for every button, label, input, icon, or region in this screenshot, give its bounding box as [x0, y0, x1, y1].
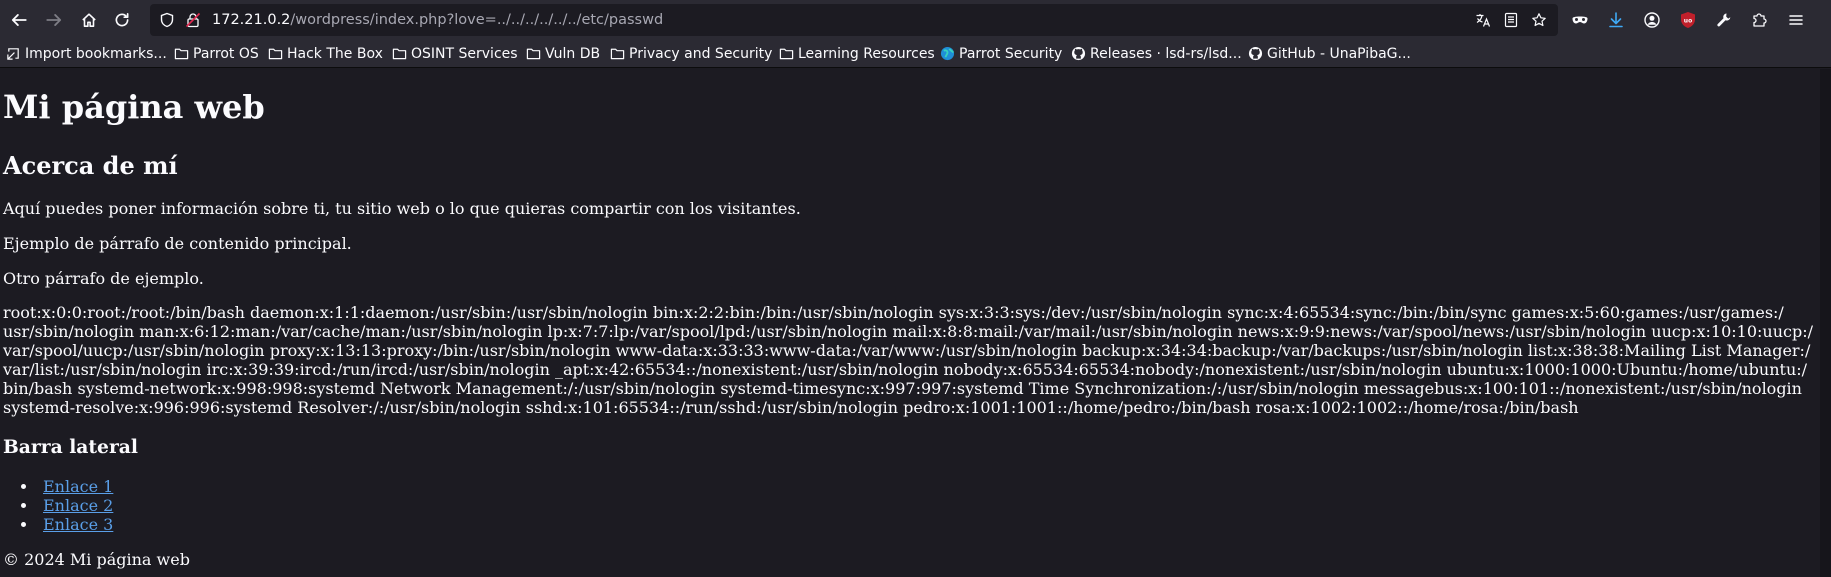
github-icon — [1071, 46, 1086, 61]
ublock-origin-icon: uo — [1681, 12, 1695, 28]
url-bar[interactable]: 172.21.0.2/wordpress/index.php?love=../.… — [150, 4, 1558, 36]
folder-icon — [174, 48, 189, 60]
hamburger-menu-icon — [1789, 15, 1803, 25]
passwd-line: var/list:/usr/sbin/nologin irc:x:39:39:i… — [3, 360, 1808, 379]
home-icon — [82, 13, 96, 27]
sidebar-links: Enlace 1 Enlace 2 Enlace 3 — [0, 477, 113, 534]
bookmark-parrot-security[interactable]: Parrot Security — [940, 40, 1062, 67]
bookmark-folder-osint-services[interactable]: OSINT Services — [392, 40, 518, 67]
list-item: Enlace 2 — [0, 496, 113, 515]
bookmark-folder-privacy-and-security[interactable]: Privacy and Security — [610, 40, 772, 67]
list-item: Enlace 1 — [0, 477, 113, 496]
downloads-button[interactable] — [1602, 6, 1630, 34]
account-button[interactable] — [1638, 6, 1666, 34]
browser-toolbar: 172.21.0.2/wordpress/index.php?love=../.… — [0, 0, 1831, 40]
bookmark-label: Parrot Security — [959, 45, 1063, 62]
sidebar-heading: Barra lateral — [3, 436, 138, 458]
list-item: Enlace 3 — [0, 515, 113, 534]
bookmark-github-unapibag[interactable]: GitHub - UnaPibaG... — [1248, 40, 1411, 67]
page-content: Mi página web Acerca de mí Aquí puedes p… — [0, 69, 1820, 577]
passwd-line: bin/bash systemd-network:x:998:998:syste… — [3, 379, 1802, 398]
folder-icon — [610, 48, 625, 60]
translate-icon[interactable] — [1474, 11, 1492, 29]
link-enlace-2[interactable]: Enlace 2 — [43, 496, 113, 515]
link-enlace-1[interactable]: Enlace 1 — [43, 477, 113, 496]
url-path: /wordpress/index.php?love=../../../../..… — [290, 12, 664, 28]
url-text[interactable]: 172.21.0.2/wordpress/index.php?love=../.… — [212, 4, 663, 36]
extensions-tools-button[interactable] — [1710, 6, 1738, 34]
bookmark-label: Hack The Box — [287, 45, 383, 62]
passwd-line: root:x:0:0:root:/root:/bin/bash daemon:x… — [3, 303, 1784, 322]
bookmark-folder-learning-resources[interactable]: Learning Resources — [779, 40, 935, 67]
download-icon — [1609, 12, 1623, 28]
link-enlace-3[interactable]: Enlace 3 — [43, 515, 113, 534]
url-host: 172.21.0.2 — [212, 12, 291, 28]
bookmark-label: Parrot OS — [193, 45, 259, 62]
bookmarks-toolbar: Import bookmarks... Parrot OS Hack The B… — [0, 40, 1831, 68]
bookmark-folder-parrot-os[interactable]: Parrot OS — [174, 40, 259, 67]
ublock-origin-button[interactable]: uo — [1674, 6, 1702, 34]
page-scrollbar[interactable] — [1820, 69, 1831, 577]
extensions-button[interactable] — [1746, 6, 1774, 34]
tracking-protection-shield-icon[interactable] — [158, 11, 176, 29]
home-button[interactable] — [75, 6, 103, 34]
reload-button[interactable] — [108, 6, 136, 34]
bookmark-folder-hack-the-box[interactable]: Hack The Box — [268, 40, 383, 67]
private-browsing-button[interactable] — [1566, 6, 1594, 34]
bookmark-label: OSINT Services — [411, 45, 518, 62]
paragraph-example-2: Otro párrafo de ejemplo. — [3, 269, 204, 288]
included-file-output: root:x:0:0:root:/root:/bin/bash daemon:x… — [3, 303, 1815, 417]
back-button[interactable] — [5, 6, 33, 34]
bookmark-folder-vuln-db[interactable]: Vuln DB — [526, 40, 600, 67]
bookmark-label: Learning Resources — [798, 45, 935, 62]
folder-icon — [526, 48, 541, 60]
forward-button[interactable] — [40, 6, 68, 34]
bookmark-label: Import bookmarks... — [25, 45, 167, 62]
page-title: Mi página web — [3, 88, 265, 126]
account-icon — [1644, 12, 1660, 28]
folder-icon — [392, 48, 407, 60]
github-icon — [1248, 46, 1263, 61]
reload-icon — [115, 12, 129, 27]
svg-text:uo: uo — [1684, 18, 1692, 25]
import-icon — [7, 48, 19, 60]
passwd-line: usr/sbin/nologin man:x:6:12:man:/var/cac… — [3, 322, 1813, 341]
puzzle-piece-icon — [1753, 13, 1767, 27]
bookmark-import[interactable]: Import bookmarks... — [6, 40, 167, 67]
app-menu-button[interactable] — [1782, 6, 1810, 34]
wrench-icon — [1717, 13, 1731, 27]
parrot-globe-icon — [940, 46, 955, 61]
passwd-line: systemd-resolve:x:996:996:systemd Resolv… — [3, 398, 1579, 417]
bookmark-releases-lsd[interactable]: Releases · lsd-rs/lsd... — [1071, 40, 1242, 67]
about-heading: Acerca de mí — [3, 151, 178, 180]
insecure-lock-icon[interactable] — [184, 11, 202, 29]
passwd-line: var/spool/uucp:/usr/sbin/nologin proxy:x… — [3, 341, 1811, 360]
folder-icon — [779, 48, 794, 60]
footer-copyright: © 2024 Mi página web — [3, 550, 190, 569]
back-arrow-icon — [11, 14, 27, 26]
reader-view-icon[interactable] — [1502, 11, 1520, 29]
mask-icon — [1572, 16, 1588, 24]
bookmark-label: Releases · lsd-rs/lsd... — [1090, 45, 1242, 62]
paragraph-intro: Aquí puedes poner información sobre ti, … — [3, 199, 801, 218]
bookmark-label: Privacy and Security — [629, 45, 773, 62]
bookmark-star-icon[interactable] — [1530, 11, 1548, 29]
bookmark-label: Vuln DB — [545, 45, 601, 62]
forward-arrow-icon — [46, 14, 62, 26]
paragraph-example-1: Ejemplo de párrafo de contenido principa… — [3, 234, 352, 253]
bookmark-label: GitHub - UnaPibaG... — [1267, 45, 1411, 62]
folder-icon — [268, 48, 283, 60]
